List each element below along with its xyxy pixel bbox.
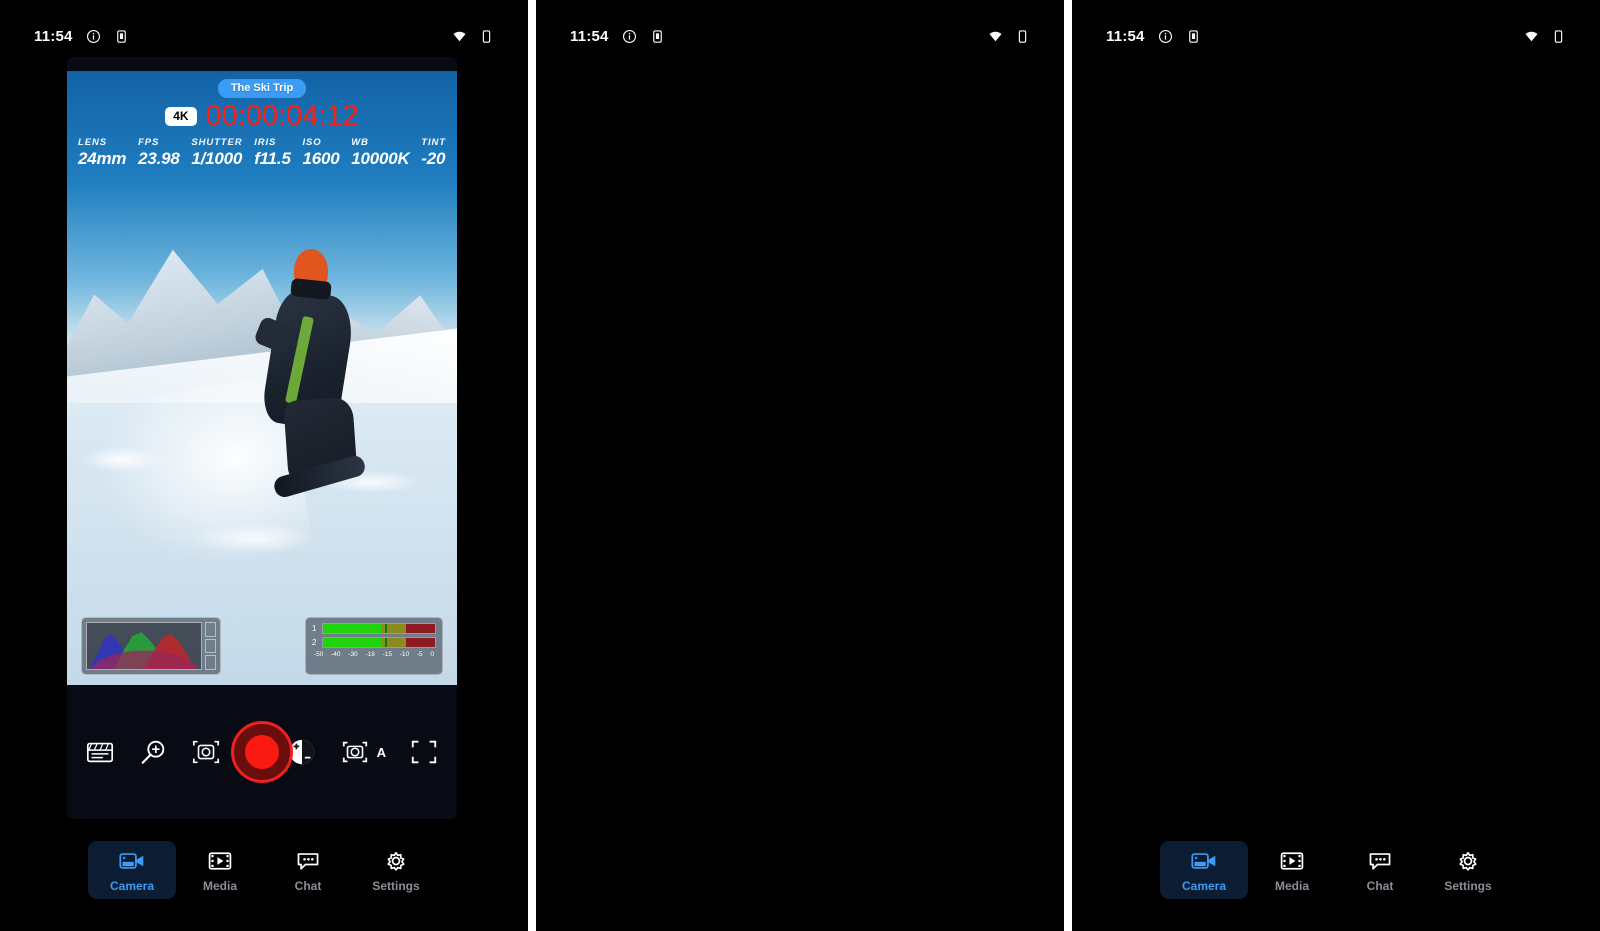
tab-chat-label: Chat: [294, 879, 322, 893]
audio-channel-row: 1: [312, 623, 436, 634]
slate-icon[interactable]: [85, 737, 115, 767]
tab-camera-label: Camera: [109, 879, 155, 893]
tab-settings-label: Settings: [1444, 879, 1492, 893]
three-phone-comparison: 11:54 The Ski Trip 4K 00:00:04:12 LENS 2…: [0, 0, 1600, 931]
tab-media[interactable]: Media: [1248, 841, 1336, 899]
panel-divider: [528, 0, 536, 931]
scopes: 1 2 -50 -40 -30 -18 -15 -10 -5 0: [67, 613, 457, 675]
tab-chat[interactable]: Chat: [1336, 841, 1424, 899]
audio-channel-2-label: 2: [312, 638, 317, 647]
status-time: 11:54: [570, 27, 609, 45]
tab-camera[interactable]: Camera: [1160, 841, 1248, 899]
video-camera-icon: [1191, 853, 1216, 869]
auto-label: A: [376, 744, 386, 760]
gear-icon: [387, 851, 405, 871]
status-bar: 11:54: [536, 22, 1064, 50]
hud-overlay: The Ski Trip 4K 00:00:04:12 LENS 24mm FPS…: [67, 71, 457, 169]
chat-bubble-icon: [1369, 853, 1391, 870]
tab-camera-label: Camera: [1181, 879, 1227, 893]
video-camera-icon: [119, 853, 144, 869]
film-strip-icon: [1280, 852, 1304, 870]
status-bar: 11:54: [0, 22, 528, 50]
meta-shutter: SHUTTER 1/1000: [191, 137, 243, 168]
battery-icon: [1018, 29, 1027, 43]
info-icon: [622, 29, 636, 43]
meta-wb: WB 10000K: [351, 137, 410, 168]
tab-media[interactable]: Media: [176, 841, 264, 899]
film-strip-icon: [208, 852, 232, 870]
chat-bubble-icon: [297, 853, 319, 870]
wifi-icon: [989, 31, 1002, 41]
gear-icon: [1459, 851, 1477, 871]
battery-icon: [1554, 29, 1563, 43]
tab-camera[interactable]: Camera: [88, 841, 176, 899]
viewfinder-recording[interactable]: The Ski Trip 4K 00:00:04:12 LENS 24mm FPS…: [67, 71, 457, 685]
phone-viewport-recording: The Ski Trip 4K 00:00:04:12 LENS 24mm FPS…: [67, 57, 457, 819]
tab-settings[interactable]: Settings: [352, 841, 440, 899]
tab-media-label: Media: [202, 879, 237, 893]
project-chip[interactable]: The Ski Trip: [217, 79, 307, 98]
device-icon: [116, 29, 126, 43]
battery-icon: [482, 29, 491, 43]
panel-camera-recording: 11:54 The Ski Trip 4K 00:00:04:12 LENS 2…: [0, 0, 528, 931]
status-time: 11:54: [34, 27, 73, 45]
bottom-tab-bar: Camera Media Chat Settings: [0, 819, 528, 931]
panel-clip-detail: 11:54: [536, 0, 1520, 931]
tab-settings-label: Settings: [372, 879, 420, 893]
focus-frame-icon[interactable]: [191, 737, 221, 767]
audio-channel-1-label: 1: [312, 624, 317, 633]
framing-guide-icon[interactable]: [409, 737, 439, 767]
status-time: 11:54: [1106, 27, 1145, 45]
timecode-row: 4K 00:00:04:12: [67, 102, 457, 131]
info-icon: [1158, 29, 1172, 43]
bottom-tab-bar: Camera Media Chat Settings: [1072, 819, 1600, 931]
wifi-icon: [453, 31, 466, 41]
meta-lens: LENS 24mm: [78, 137, 127, 168]
status-bar: 11:54: [1072, 22, 1600, 50]
tab-settings[interactable]: Settings: [1424, 841, 1512, 899]
zoom-in-icon[interactable]: [138, 737, 168, 767]
auto-exposure-icon[interactable]: [340, 737, 370, 767]
camera-meta-row: LENS 24mm FPS 23.98 SHUTTER 1/1000 IRIS f11.…: [67, 131, 457, 169]
info-icon: [86, 29, 100, 43]
tab-media-label: Media: [1274, 879, 1309, 893]
subject-snowboarder: [252, 249, 387, 507]
meta-iso: ISO 1600: [302, 137, 340, 168]
camera-controls-recording: A: [67, 685, 457, 819]
histogram-scope[interactable]: [81, 617, 221, 675]
device-icon: [652, 29, 662, 43]
resolution-badge[interactable]: 4K: [165, 107, 197, 126]
audio-channel-row: 2: [312, 637, 436, 648]
meta-iris: IRIS f11.5: [254, 137, 291, 168]
meta-tint: TINT -20: [421, 137, 446, 168]
audio-meter[interactable]: 1 2 -50 -40 -30 -18 -15 -10 -5 0: [305, 617, 443, 675]
panel-camera-overlays: 11:54 Camera Media Chat Settings: [1072, 0, 1600, 931]
timecode: 00:00:04:12: [205, 100, 359, 132]
tab-chat[interactable]: Chat: [264, 841, 352, 899]
audio-scale: -50 -40 -30 -18 -15 -10 -5 0: [314, 651, 434, 658]
meta-fps: FPS 23.98: [138, 137, 180, 168]
tab-chat-label: Chat: [1366, 879, 1394, 893]
device-icon: [1188, 29, 1198, 43]
record-button[interactable]: [231, 721, 293, 783]
panel-divider: [1064, 0, 1072, 931]
wifi-icon: [1525, 31, 1538, 41]
